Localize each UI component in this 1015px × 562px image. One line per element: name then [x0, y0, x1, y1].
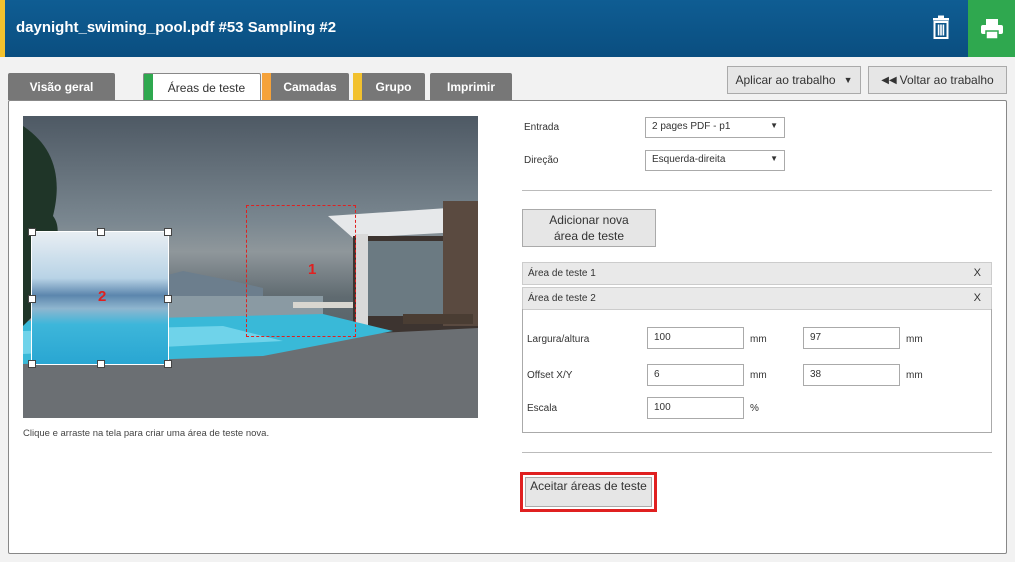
app-header: daynight_swiming_pool.pdf #53 Sampling #…	[0, 0, 1015, 57]
tab-print-label: Imprimir	[446, 79, 495, 94]
tab-overview[interactable]: Visão geral	[8, 73, 115, 100]
test-area-row-1-label: Área de teste 1	[528, 268, 596, 279]
divider	[522, 190, 992, 191]
add-test-area-button[interactable]: Adicionar nova área de teste	[522, 209, 656, 247]
chevron-down-icon: ▼	[843, 75, 853, 85]
direction-select-value: Esquerda-direita	[652, 154, 726, 165]
width-input[interactable]: 100	[647, 327, 744, 349]
close-icon[interactable]: X	[974, 267, 981, 279]
tab-overview-label: Visão geral	[29, 79, 94, 94]
test-area-1[interactable]: 1	[246, 205, 356, 337]
apply-to-job-dropdown[interactable]: Aplicar ao trabalho ▼	[727, 66, 861, 94]
resize-handle[interactable]	[28, 228, 36, 236]
test-area-1-label: 1	[308, 261, 317, 278]
tab-stripe	[262, 73, 271, 100]
test-area-row-2[interactable]: Área de teste 2 X	[522, 287, 992, 310]
input-select[interactable]: 2 pages PDF - p1 ▼	[645, 117, 785, 138]
image-canvas[interactable]: 1 2	[23, 116, 478, 418]
resize-handle[interactable]	[97, 360, 105, 368]
resize-handle[interactable]	[164, 228, 172, 236]
tab-stripe	[353, 73, 362, 100]
tab-stripe	[144, 74, 153, 101]
input-select-value: 2 pages PDF - p1	[652, 121, 731, 132]
print-button[interactable]	[968, 0, 1015, 57]
canvas-hint: Clique e arraste na tela para criar uma …	[23, 428, 270, 439]
unit-label: mm	[906, 370, 923, 381]
close-icon[interactable]: X	[974, 292, 981, 304]
unit-label: %	[750, 403, 759, 414]
resize-handle[interactable]	[28, 360, 36, 368]
divider	[522, 452, 992, 453]
tab-print[interactable]: Imprimir	[430, 73, 512, 100]
height-input[interactable]: 97	[803, 327, 900, 349]
accept-highlight: Aceitar áreas de teste	[520, 472, 657, 512]
back-to-job-button[interactable]: ◀◀ Voltar ao trabalho	[868, 66, 1007, 94]
unit-label: mm	[750, 370, 767, 381]
accept-test-areas-button[interactable]: Aceitar áreas de teste	[525, 477, 652, 507]
test-area-2[interactable]: 2	[28, 228, 172, 368]
tab-layers[interactable]: Camadas	[262, 73, 349, 100]
page-title: daynight_swiming_pool.pdf #53 Sampling #…	[16, 19, 337, 36]
resize-handle[interactable]	[97, 228, 105, 236]
resize-handle[interactable]	[164, 295, 172, 303]
main-panel: 1 2 Clique e arraste na tela para criar …	[8, 100, 1007, 554]
scale-input[interactable]: 100	[647, 397, 744, 419]
unit-label: mm	[906, 334, 923, 345]
input-label: Entrada	[524, 122, 560, 133]
offset-x-input[interactable]: 6	[647, 364, 744, 386]
offset-label: Offset X/Y	[527, 370, 573, 381]
size-label: Largura/altura	[527, 334, 590, 345]
tab-group[interactable]: Grupo	[353, 73, 425, 100]
test-area-2-label: 2	[98, 288, 107, 305]
test-area-row-1[interactable]: Área de teste 1 X	[522, 262, 992, 285]
resize-handle[interactable]	[164, 360, 172, 368]
trash-icon	[933, 15, 949, 39]
direction-select[interactable]: Esquerda-direita ▼	[645, 150, 785, 171]
unit-label: mm	[750, 334, 767, 345]
resize-handle[interactable]	[28, 295, 36, 303]
test-area-row-2-label: Área de teste 2	[528, 293, 596, 304]
header-accent	[0, 0, 5, 57]
printer-icon	[980, 18, 1003, 40]
chevron-down-icon: ▼	[770, 154, 778, 163]
tab-layers-label: Camadas	[283, 79, 337, 94]
tab-group-label: Grupo	[375, 79, 412, 94]
tab-test-areas[interactable]: Áreas de teste	[143, 73, 261, 101]
delete-button[interactable]	[921, 8, 961, 46]
direction-label: Direção	[524, 155, 559, 166]
tab-test-areas-label: Áreas de teste	[167, 80, 246, 95]
chevron-down-icon: ▼	[770, 121, 778, 130]
offset-y-input[interactable]: 38	[803, 364, 900, 386]
back-label: Voltar ao trabalho	[899, 73, 994, 87]
rewind-icon: ◀◀	[881, 74, 897, 86]
apply-label: Aplicar ao trabalho	[735, 73, 836, 87]
scale-label: Escala	[527, 403, 558, 414]
